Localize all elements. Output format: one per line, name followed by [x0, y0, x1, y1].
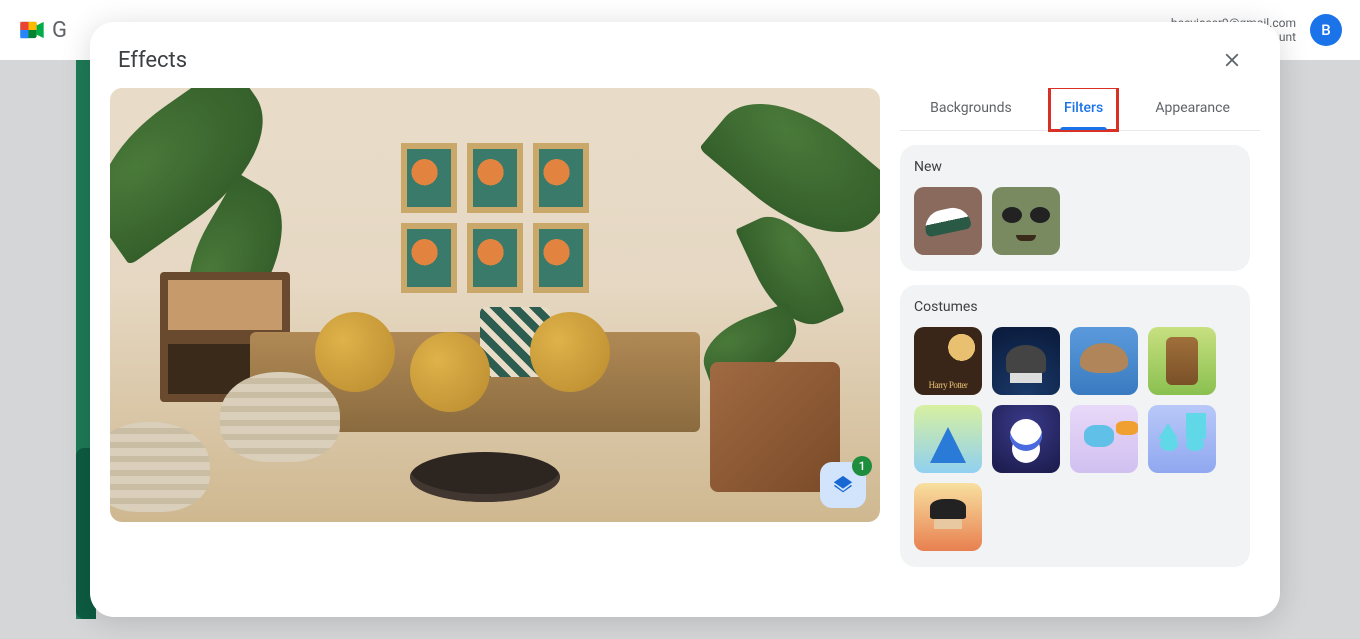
decoration	[530, 312, 610, 392]
filter-tile-log[interactable]	[1148, 327, 1216, 395]
filter-tile-cowboy[interactable]	[1070, 327, 1138, 395]
filter-tile-cat[interactable]	[1148, 405, 1216, 473]
decoration	[401, 143, 589, 293]
filter-tile-hp[interactable]: Harry Potter	[914, 327, 982, 395]
section-costumes: Costumes Harry Potter	[900, 285, 1250, 567]
filter-tile-fedora[interactable]	[992, 327, 1060, 395]
tab-appearance[interactable]: Appearance	[1141, 88, 1243, 130]
modal-title: Effects	[118, 48, 187, 73]
close-icon	[1221, 49, 1243, 71]
close-button[interactable]	[1212, 40, 1252, 80]
applied-effects-button[interactable]: 1	[820, 462, 866, 508]
tile-grid: Harry Potter	[914, 327, 1236, 551]
decoration	[220, 372, 340, 462]
filter-tile-shades[interactable]	[992, 187, 1060, 255]
layers-icon	[832, 474, 854, 496]
tile-grid	[914, 187, 1236, 255]
section-title: Costumes	[914, 299, 1236, 315]
filter-tile-astro[interactable]	[992, 405, 1060, 473]
decoration	[410, 332, 490, 412]
applied-effects-count: 1	[852, 456, 872, 476]
decoration	[315, 312, 395, 392]
section-title: New	[914, 159, 1236, 175]
filter-tile-cap[interactable]	[914, 187, 982, 255]
tile-caption: Harry Potter	[914, 380, 982, 390]
filter-tile-pirate[interactable]	[914, 483, 982, 551]
filters-scroll[interactable]: New Costumes Harry Potter	[900, 131, 1260, 601]
video-preview: 1	[110, 88, 880, 522]
section-new: New	[900, 145, 1250, 271]
effects-modal: Effects	[90, 22, 1280, 617]
decoration	[110, 422, 210, 512]
filter-tile-tent[interactable]	[914, 405, 982, 473]
tab-backgrounds[interactable]: Backgrounds	[916, 88, 1026, 130]
filter-tile-snorkel[interactable]	[1070, 405, 1138, 473]
preview-area: 1	[110, 88, 880, 601]
effects-panel: Backgrounds Filters Appearance New Costumes…	[900, 88, 1260, 601]
decoration	[410, 452, 560, 502]
tab-filters[interactable]: Filters	[1050, 88, 1117, 130]
tab-bar: Backgrounds Filters Appearance	[900, 88, 1260, 131]
